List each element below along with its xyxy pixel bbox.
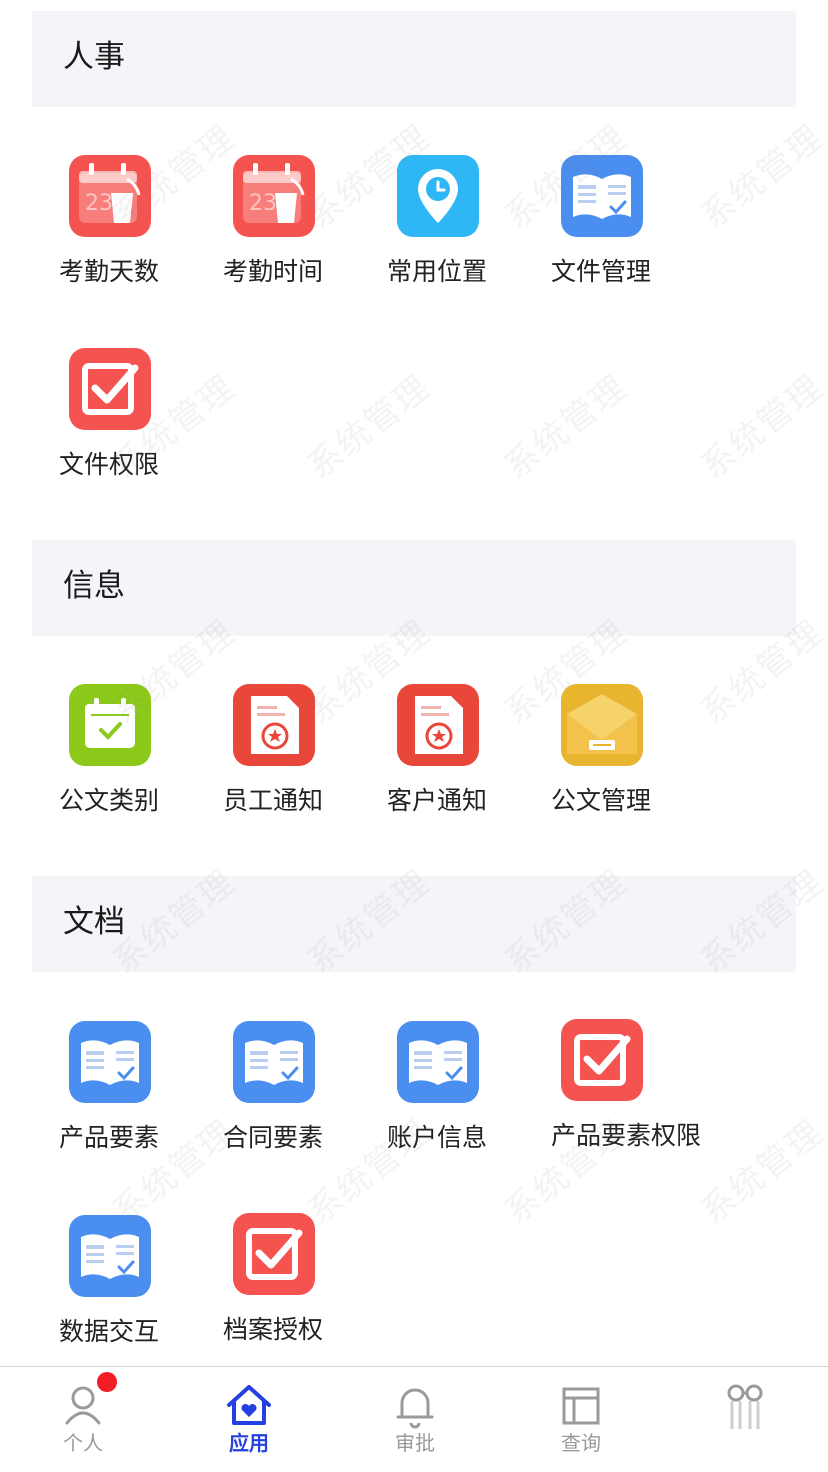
book-check-icon bbox=[233, 1021, 315, 1103]
app-tile-account-info[interactable]: 账户信息 bbox=[360, 1021, 524, 1181]
section-header-hr: 人事 bbox=[32, 11, 796, 107]
app-label: 公文类别 bbox=[59, 786, 160, 815]
tab-more[interactable] bbox=[662, 1367, 828, 1472]
calendar-check-icon bbox=[69, 684, 151, 766]
app-label: 档案授权 bbox=[223, 1315, 324, 1344]
location-clock-icon bbox=[397, 155, 479, 237]
section-title: 信息 bbox=[63, 568, 125, 604]
app-tile-data-exchange[interactable]: 数据交互 bbox=[32, 1215, 196, 1366]
tab-label: 审批 bbox=[395, 1431, 435, 1455]
tab-apps[interactable]: 应用 bbox=[166, 1367, 332, 1472]
svg-text:23: 23 bbox=[85, 191, 113, 216]
app-label: 客户通知 bbox=[387, 786, 488, 815]
app-label: 考勤天数 bbox=[59, 257, 160, 286]
app-tile-common-location[interactable]: 常用位置 bbox=[360, 155, 524, 315]
app-label: 产品要素权限 bbox=[551, 1121, 702, 1150]
app-tile-product-elements[interactable]: 产品要素 bbox=[32, 1021, 196, 1181]
book-check-icon bbox=[69, 1215, 151, 1297]
app-label: 常用位置 bbox=[387, 257, 488, 286]
section-title: 文档 bbox=[63, 904, 125, 940]
checkbox-icon bbox=[233, 1213, 315, 1295]
app-label: 账户信息 bbox=[387, 1123, 488, 1152]
home-heart-icon bbox=[224, 1381, 274, 1431]
app-tile-attendance-time[interactable]: 23 考勤时间 bbox=[196, 155, 360, 315]
app-tile-attendance-days[interactable]: 23 考勤天数 bbox=[32, 155, 196, 315]
calendar-cup-icon: 23 bbox=[233, 155, 315, 237]
book-check-icon bbox=[69, 1021, 151, 1103]
tab-personal[interactable]: 个人 bbox=[0, 1367, 166, 1472]
section-title: 人事 bbox=[63, 39, 125, 75]
app-tile-contract-elements[interactable]: 合同要素 bbox=[196, 1021, 360, 1181]
app-label: 员工通知 bbox=[223, 786, 324, 815]
tab-approval[interactable]: 审批 bbox=[332, 1367, 498, 1472]
app-label: 文件权限 bbox=[59, 450, 160, 479]
app-tile-document-category[interactable]: 公文类别 bbox=[32, 684, 196, 844]
tab-label: 查询 bbox=[561, 1431, 601, 1455]
tab-label: 个人 bbox=[63, 1431, 103, 1455]
app-label: 考勤时间 bbox=[223, 257, 324, 286]
app-tile-document-management[interactable]: 公文管理 bbox=[524, 684, 688, 844]
app-label: 文件管理 bbox=[551, 257, 652, 286]
tab-label: 应用 bbox=[229, 1431, 269, 1455]
app-label: 合同要素 bbox=[223, 1123, 324, 1152]
app-label: 数据交互 bbox=[59, 1317, 160, 1346]
notification-badge bbox=[97, 1372, 117, 1392]
checkbox-icon bbox=[69, 348, 151, 430]
envelope-icon bbox=[561, 684, 643, 766]
bell-icon bbox=[390, 1381, 440, 1431]
document-seal-icon bbox=[397, 684, 479, 766]
book-check-icon bbox=[397, 1021, 479, 1103]
app-tile-archive-authorization[interactable]: 档案授权 bbox=[196, 1213, 360, 1366]
svg-text:23: 23 bbox=[249, 191, 277, 216]
glasses-icon bbox=[720, 1381, 770, 1431]
app-grid-scroll[interactable]: 人事 23 考勤天数 23 考勤时间 常用位置 文件管理 文件权限 信息 公文类… bbox=[0, 0, 828, 1366]
app-tile-employee-notice[interactable]: 员工通知 bbox=[196, 684, 360, 844]
calendar-cup-icon: 23 bbox=[69, 155, 151, 237]
book-check-icon bbox=[561, 155, 643, 237]
app-tile-file-permission[interactable]: 文件权限 bbox=[32, 348, 196, 508]
section-header-docs: 文档 bbox=[32, 876, 796, 972]
app-tile-product-element-permission[interactable]: 产品要素权限 bbox=[524, 1019, 701, 1179]
app-tile-file-management[interactable]: 文件管理 bbox=[524, 155, 688, 315]
tab-query[interactable]: 查询 bbox=[498, 1367, 664, 1472]
app-tile-customer-notice[interactable]: 客户通知 bbox=[360, 684, 524, 844]
layout-icon bbox=[556, 1381, 606, 1431]
app-label: 产品要素 bbox=[59, 1123, 160, 1152]
app-label: 公文管理 bbox=[551, 786, 652, 815]
section-header-info: 信息 bbox=[32, 540, 796, 636]
bottom-tab-bar: 个人 应用 审批 查询 bbox=[0, 1366, 828, 1472]
document-seal-icon bbox=[233, 684, 315, 766]
checkbox-icon bbox=[561, 1019, 643, 1101]
